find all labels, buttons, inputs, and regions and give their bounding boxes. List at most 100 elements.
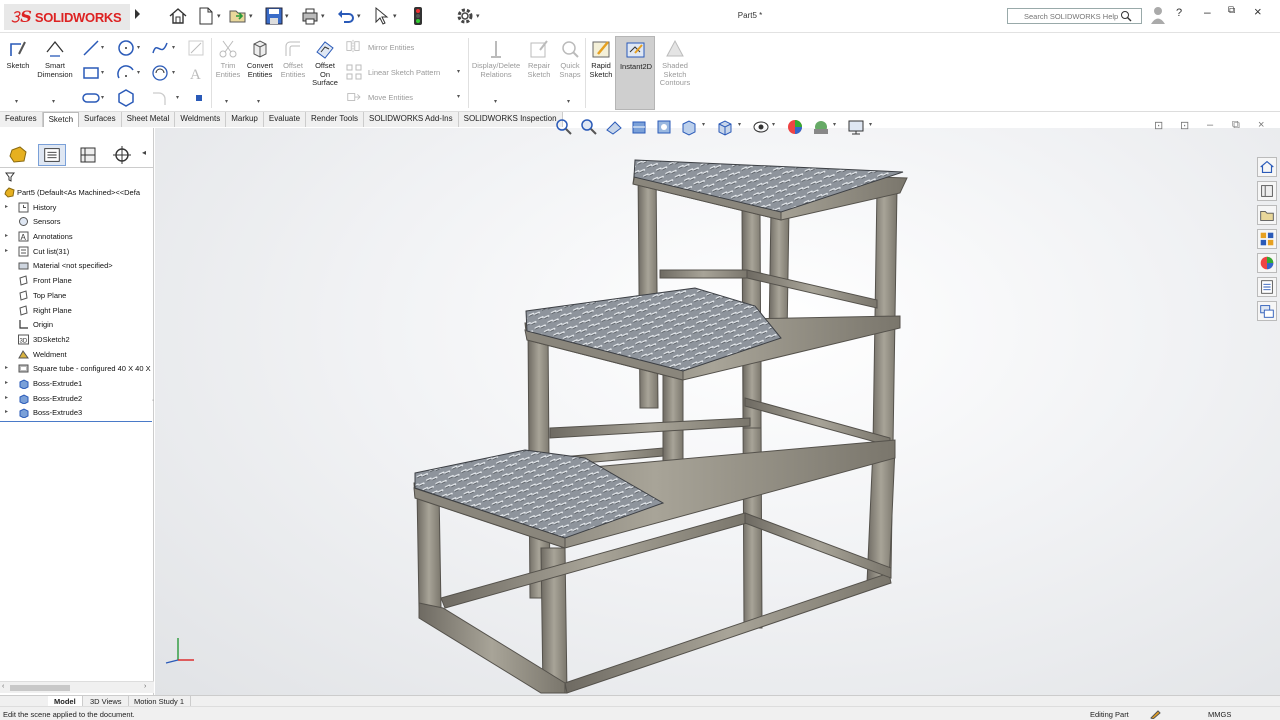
- tab-weldments[interactable]: Weldments: [175, 112, 227, 127]
- window-restore-icon[interactable]: ⧉: [1228, 5, 1235, 16]
- design-library-icon[interactable]: [1257, 181, 1277, 201]
- text-icon[interactable]: A: [187, 64, 205, 82]
- property-manager-icon[interactable]: [38, 144, 66, 166]
- tree-item[interactable]: Top Plane: [0, 289, 154, 304]
- chevron-down-icon[interactable]: ▾: [833, 121, 836, 128]
- view-palette-icon[interactable]: [1257, 229, 1277, 249]
- more-tabs-arrow-icon[interactable]: ◂: [142, 148, 146, 157]
- arc-icon[interactable]: [117, 64, 135, 82]
- chevron-down-icon[interactable]: ▾: [321, 12, 325, 20]
- viewport-tile-icon[interactable]: ⊡: [1180, 119, 1189, 132]
- menu-expand-arrow-icon[interactable]: [135, 9, 140, 19]
- offset-entities-button[interactable]: Offset Entities: [278, 38, 308, 79]
- tree-item[interactable]: Front Plane: [0, 274, 154, 289]
- line-icon[interactable]: [82, 39, 100, 57]
- tree-root-part[interactable]: Part5 (Default<As Machined><<Defa: [0, 186, 154, 201]
- circle-icon[interactable]: [117, 39, 135, 57]
- rebuild-status-icon[interactable]: [1150, 709, 1161, 719]
- move-entities-button[interactable]: Move Entities: [368, 93, 413, 102]
- offset-on-surface-button[interactable]: Offset On Surface: [310, 38, 340, 88]
- rollback-bar[interactable]: [0, 421, 152, 422]
- expand-arrow-icon[interactable]: ▸: [5, 232, 8, 239]
- open-button[interactable]: ▾: [228, 5, 256, 27]
- scroll-left-icon[interactable]: ‹: [2, 683, 4, 690]
- chevron-down-icon[interactable]: ▾: [137, 69, 140, 76]
- chevron-down-icon[interactable]: ▾: [172, 44, 175, 51]
- dynamic-annotation-icon[interactable]: [655, 118, 673, 136]
- zoom-to-fit-icon[interactable]: [555, 118, 573, 136]
- tree-item[interactable]: ▸ Cut list(31): [0, 245, 154, 260]
- chevron-down-icon[interactable]: ▾: [172, 69, 175, 76]
- scroll-right-icon[interactable]: ›: [144, 683, 146, 690]
- chevron-down-icon[interactable]: ▾: [702, 121, 705, 128]
- view-settings-monitor-icon[interactable]: [847, 118, 865, 136]
- convert-entities-button[interactable]: Convert Entities: [244, 38, 276, 79]
- chevron-down-icon[interactable]: ▾: [52, 98, 55, 105]
- chevron-down-icon[interactable]: ▾: [249, 12, 253, 20]
- solidworks-logo[interactable]: 𝟹S SOLIDWORKS: [4, 4, 130, 30]
- polygon-icon[interactable]: [117, 89, 135, 107]
- sketch-fillet-icon[interactable]: [151, 89, 169, 107]
- view-orientation-icon[interactable]: [680, 118, 698, 136]
- chevron-down-icon[interactable]: ▾: [567, 98, 570, 105]
- user-account-icon[interactable]: [1150, 5, 1166, 25]
- chevron-down-icon[interactable]: ▾: [137, 44, 140, 51]
- search-icon[interactable]: [1120, 10, 1132, 22]
- smart-dimension-button[interactable]: Smart Dimension: [34, 38, 76, 79]
- tab-sketch[interactable]: Sketch: [42, 112, 80, 127]
- dimxpert-manager-icon[interactable]: [108, 144, 136, 166]
- units-selector[interactable]: MMGS: [1208, 710, 1231, 719]
- chevron-down-icon[interactable]: ▾: [176, 94, 179, 101]
- chevron-down-icon[interactable]: ▾: [457, 93, 460, 100]
- tree-item[interactable]: 3D 3DSketch2: [0, 333, 154, 348]
- previous-view-icon[interactable]: [605, 118, 623, 136]
- filter-icon[interactable]: [5, 172, 15, 182]
- tree-item[interactable]: ▸ Square tube - configured 40 X 40 X: [0, 362, 154, 377]
- scene-icon[interactable]: [812, 118, 830, 136]
- options-button[interactable]: ▾: [455, 5, 483, 27]
- chevron-down-icon[interactable]: ▾: [494, 98, 497, 105]
- expand-arrow-icon[interactable]: ▸: [5, 394, 8, 401]
- tree-item[interactable]: Right Plane: [0, 304, 154, 319]
- point-icon[interactable]: [190, 89, 208, 107]
- chevron-down-icon[interactable]: ▾: [101, 69, 104, 76]
- appearance-icon[interactable]: [786, 118, 804, 136]
- viewport-restore-icon[interactable]: ⧉: [1232, 119, 1240, 132]
- chevron-down-icon[interactable]: ▾: [101, 44, 104, 51]
- tab-solidworks-inspection[interactable]: SOLIDWORKS Inspection: [458, 112, 563, 127]
- slot-icon[interactable]: [82, 89, 100, 107]
- expand-arrow-icon[interactable]: ▸: [5, 364, 8, 371]
- scroll-thumb[interactable]: [10, 685, 70, 691]
- select-button[interactable]: ▾: [372, 5, 400, 27]
- expand-arrow-icon[interactable]: ▸: [5, 247, 8, 254]
- section-view-icon[interactable]: [630, 118, 648, 136]
- viewport-close-icon[interactable]: ×: [1258, 119, 1264, 131]
- file-explorer-icon[interactable]: [1257, 205, 1277, 225]
- window-close-icon[interactable]: ×: [1254, 4, 1262, 19]
- tab-surfaces[interactable]: Surfaces: [79, 112, 122, 127]
- chevron-down-icon[interactable]: ▾: [217, 12, 221, 20]
- tab-sheet-metal[interactable]: Sheet Metal: [121, 112, 176, 127]
- quick-snaps-button[interactable]: Quick Snaps: [556, 38, 584, 79]
- chevron-down-icon[interactable]: ▾: [357, 12, 361, 20]
- mirror-entities-button[interactable]: Mirror Entities: [368, 43, 414, 52]
- expand-arrow-icon[interactable]: ▸: [5, 379, 8, 386]
- tree-item[interactable]: Origin: [0, 318, 154, 333]
- chevron-down-icon[interactable]: ▾: [225, 98, 228, 105]
- window-help-icon[interactable]: ?: [1176, 7, 1182, 19]
- rebuild-button[interactable]: [408, 5, 436, 27]
- panel-splitter-icon[interactable]: ◦: [152, 398, 157, 410]
- expand-arrow-icon[interactable]: ▸: [5, 203, 8, 210]
- tab-markup[interactable]: Markup: [226, 112, 264, 127]
- rapid-sketch-button[interactable]: Rapid Sketch: [587, 38, 615, 79]
- repair-sketch-button[interactable]: Repair Sketch: [524, 38, 554, 79]
- linear-sketch-pattern-button[interactable]: Linear Sketch Pattern: [368, 68, 440, 77]
- sketch-button[interactable]: Sketch: [4, 38, 32, 71]
- tree-item[interactable]: ▸ Boss-Extrude3: [0, 406, 154, 421]
- viewport-split-icon[interactable]: ⊡: [1154, 119, 1163, 132]
- viewport-minimize-icon[interactable]: –: [1207, 119, 1213, 131]
- chevron-down-icon[interactable]: ▾: [457, 68, 460, 75]
- feature-manager-tree-icon[interactable]: [4, 144, 32, 166]
- chevron-down-icon[interactable]: ▾: [101, 94, 104, 101]
- spline-icon[interactable]: [151, 39, 169, 57]
